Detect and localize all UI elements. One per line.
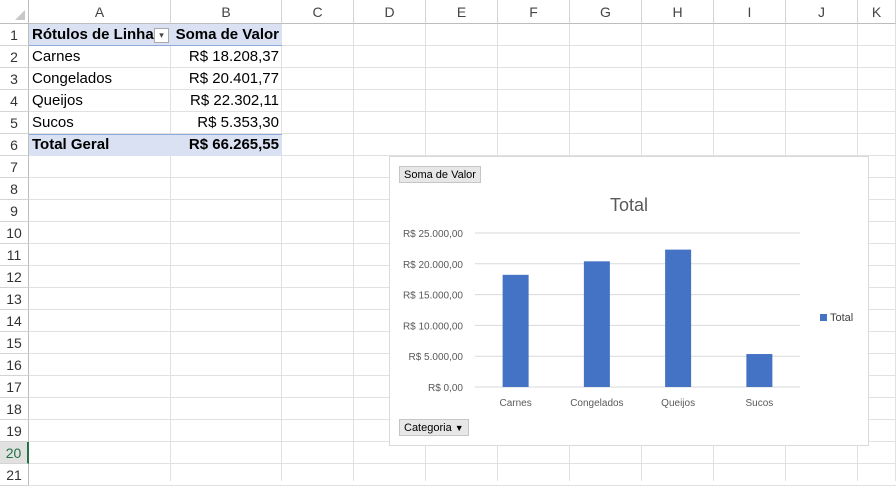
row-header-12[interactable]: 12 <box>0 266 29 288</box>
y-tick-label: R$ 20.000,00 <box>403 260 463 271</box>
axis-field-label: Categoria <box>404 422 452 434</box>
y-tick-label: R$ 15.000,00 <box>403 291 463 302</box>
pivot-row-label[interactable]: Congelados <box>29 68 171 90</box>
row-header-2[interactable]: 2 <box>0 46 29 68</box>
pivot-row-value[interactable]: R$ 20.401,77 <box>171 68 282 90</box>
row-header-16[interactable]: 16 <box>0 354 29 376</box>
pivot-total-label[interactable]: Total Geral <box>29 134 171 156</box>
pivot-row-label[interactable]: Sucos <box>29 112 171 134</box>
row-header-14[interactable]: 14 <box>0 310 29 332</box>
row-header-20[interactable]: 20 <box>0 442 29 464</box>
y-tick-label: R$ 10.000,00 <box>403 321 463 332</box>
column-header-h[interactable]: H <box>642 0 714 24</box>
column-header-i[interactable]: I <box>714 0 786 24</box>
y-tick-label: R$ 25.000,00 <box>403 229 463 240</box>
column-header-k[interactable]: K <box>858 0 896 24</box>
x-tick-label: Sucos <box>745 398 773 409</box>
axis-field-button[interactable]: Categoria ▼ <box>399 419 469 436</box>
row-header-18[interactable]: 18 <box>0 398 29 420</box>
column-header-d[interactable]: D <box>354 0 426 24</box>
x-tick-label: Queijos <box>661 398 695 409</box>
row-header-11[interactable]: 11 <box>0 244 29 266</box>
row-header-19[interactable]: 19 <box>0 420 29 442</box>
legend-swatch <box>820 314 827 321</box>
row-header-1[interactable]: 1 <box>0 24 29 46</box>
pivot-row-value[interactable]: R$ 5.353,30 <box>171 112 282 134</box>
chart-plot-area: R$ 0,00 R$ 5.000,00 R$ 10.000,00 R$ 15.000,… <box>403 229 800 409</box>
column-header-a[interactable]: A <box>29 0 171 24</box>
pivot-value-header[interactable]: Soma de Valor <box>171 24 282 46</box>
column-header-e[interactable]: E <box>426 0 498 24</box>
pivot-row-value[interactable]: R$ 18.208,37 <box>171 46 282 68</box>
bar-sucos[interactable] <box>746 354 773 387</box>
row-header-15[interactable]: 15 <box>0 332 29 354</box>
bar-congelados[interactable] <box>583 261 610 387</box>
legend-label: Total <box>830 312 854 324</box>
pivot-row-label[interactable]: Queijos <box>29 90 171 112</box>
gridline-h <box>29 463 896 464</box>
row-header-10[interactable]: 10 <box>0 222 29 244</box>
y-tick-label: R$ 0,00 <box>428 383 463 394</box>
column-header-g[interactable]: G <box>570 0 642 24</box>
x-tick-label: Carnes <box>500 398 532 409</box>
y-tick-label: R$ 5.000,00 <box>409 352 464 363</box>
column-header-f[interactable]: F <box>498 0 570 24</box>
row-header-7[interactable]: 7 <box>0 156 29 178</box>
row-header-13[interactable]: 13 <box>0 288 29 310</box>
row-header-8[interactable]: 8 <box>0 178 29 200</box>
x-tick-label: Congelados <box>570 398 623 409</box>
select-all-corner[interactable] <box>0 0 29 24</box>
row-header-17[interactable]: 17 <box>0 376 29 398</box>
row-header-5[interactable]: 5 <box>0 112 29 134</box>
pivot-row-value[interactable]: R$ 22.302,11 <box>171 90 282 112</box>
chart-legend[interactable]: Total <box>820 312 853 324</box>
row-header-3[interactable]: 3 <box>0 68 29 90</box>
row-header-6[interactable]: 6 <box>0 134 29 156</box>
row-header-21[interactable]: 21 <box>0 464 29 486</box>
column-header-c[interactable]: C <box>282 0 354 24</box>
bar-queijos[interactable] <box>665 249 692 387</box>
row-header-4[interactable]: 4 <box>0 90 29 112</box>
gridline-v <box>353 24 354 481</box>
pivot-chart[interactable]: Soma de Valor Total R$ 0,00 R$ 5.000,00 R$… <box>389 156 869 446</box>
column-header-j[interactable]: J <box>786 0 858 24</box>
pivot-row-labels-header[interactable]: Rótulos de Linha <box>29 24 154 46</box>
dropdown-arrow-icon: ▼ <box>454 423 464 433</box>
column-header-b[interactable]: B <box>171 0 282 24</box>
pivot-total-value[interactable]: R$ 66.265,55 <box>171 134 282 156</box>
pivot-row-label[interactable]: Carnes <box>29 46 171 68</box>
bar-carnes[interactable] <box>502 274 529 387</box>
filter-dropdown-icon[interactable]: ▾ <box>154 28 169 43</box>
row-header-9[interactable]: 9 <box>0 200 29 222</box>
